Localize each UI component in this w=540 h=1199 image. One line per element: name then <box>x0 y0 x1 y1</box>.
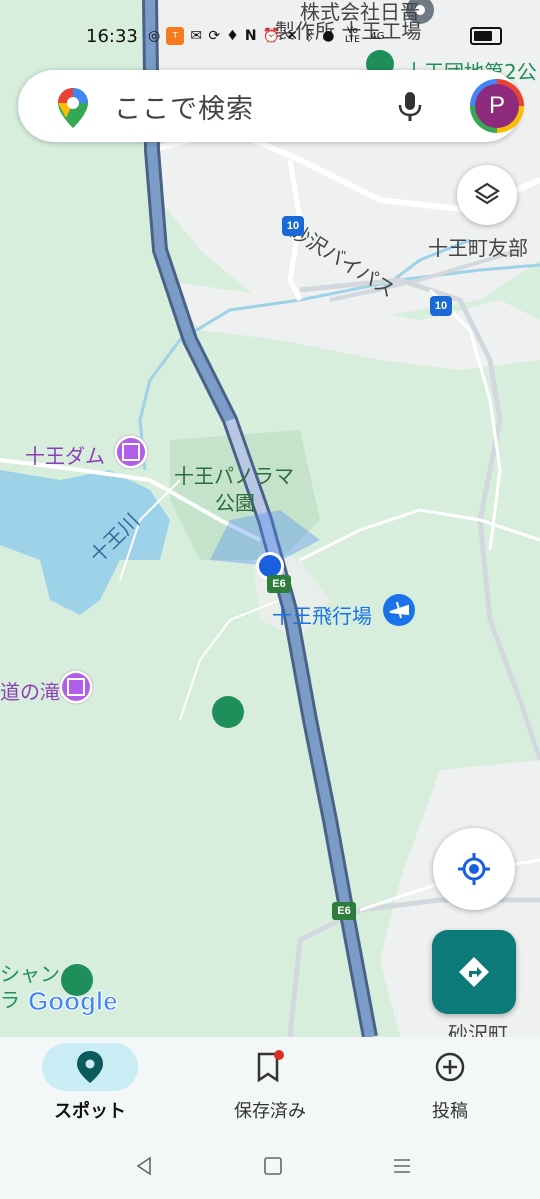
add-circle-icon <box>432 1047 468 1087</box>
route-shield: 10 <box>282 216 304 236</box>
maps-pin-icon <box>58 88 88 128</box>
n-icon: N <box>244 28 257 44</box>
expressway-shield: E6 <box>332 902 356 920</box>
location-icon: ● <box>322 28 335 44</box>
map-label-panorama-park-line2[interactable]: 公園 <box>215 487 255 516</box>
map-label-waterfall[interactable]: 道の滝 <box>0 676 60 705</box>
map-label-town: 十王町友部 <box>428 236 528 260</box>
temu-icon: T <box>166 27 185 45</box>
map-label-bottom-left-2[interactable]: ラ <box>0 984 20 1013</box>
nav-label-contribute: 投稿 <box>432 1101 468 1122</box>
menu-icon[interactable] <box>392 1156 412 1176</box>
my-location-icon <box>458 853 490 885</box>
status-icons: ◎ T ✉ ⟳ ♦ N ⏰ ✕ ᛒ ● Vo LTE 4G <box>148 27 385 45</box>
route-shield: 10 <box>430 296 452 316</box>
nav-label-explore: スポット <box>54 1101 126 1122</box>
volte-icon: Vo LTE <box>344 26 360 45</box>
location-pin-icon <box>72 1047 108 1087</box>
google-logo: Google <box>28 986 119 1017</box>
nav-item-saved[interactable]: 保存済み <box>180 1037 360 1132</box>
chrome-icon: ◎ <box>148 28 161 44</box>
bluetooth-icon: ᛒ <box>306 28 315 44</box>
search-placeholder[interactable]: ここで検索 <box>114 87 254 126</box>
map-label-airfield[interactable]: 十王飛行場 <box>272 600 372 629</box>
status-time: 16:33 <box>86 25 138 47</box>
microphone-icon[interactable] <box>398 92 422 122</box>
nav-item-contribute[interactable]: 投稿 <box>360 1037 540 1132</box>
search-bar[interactable]: ここで検索 P <box>18 70 524 142</box>
map-label-bottom-left-1[interactable]: シャン <box>0 958 60 987</box>
directions-button[interactable] <box>432 930 516 1014</box>
drop-icon: ♦ <box>226 28 239 44</box>
status-bar: 16:33 ◎ T ✉ ⟳ ♦ N ⏰ ✕ ᛒ ● Vo LTE 4G <box>0 18 540 54</box>
bookmark-icon <box>252 1047 288 1087</box>
expressway-shield: E6 <box>267 575 291 593</box>
mail-icon: ✉ <box>190 28 203 44</box>
mute-icon: ✕ <box>286 28 299 44</box>
home-icon[interactable] <box>263 1156 283 1176</box>
sync-icon: ⟳ <box>208 28 221 44</box>
directions-icon <box>459 957 489 987</box>
battery-icon <box>470 27 502 45</box>
alarm-icon: ⏰ <box>262 28 281 44</box>
bottom-nav: スポット 保存済み 投稿 <box>0 1037 540 1132</box>
my-location-button[interactable] <box>433 828 515 910</box>
map-label-dam[interactable]: 十王ダム <box>25 440 105 469</box>
avatar-letter: P <box>475 84 519 128</box>
map-label-panorama-park-line1[interactable]: 十王パノラマ <box>174 460 294 489</box>
layers-icon <box>473 182 501 205</box>
layers-button[interactable] <box>457 165 517 225</box>
account-avatar[interactable]: P <box>470 79 524 133</box>
nav-label-saved: 保存済み <box>234 1101 306 1122</box>
nav-item-explore[interactable]: スポット <box>0 1037 180 1132</box>
system-nav-bar <box>0 1132 540 1199</box>
signal-4g-icon: 4G <box>370 30 385 42</box>
back-icon[interactable] <box>134 1156 154 1176</box>
